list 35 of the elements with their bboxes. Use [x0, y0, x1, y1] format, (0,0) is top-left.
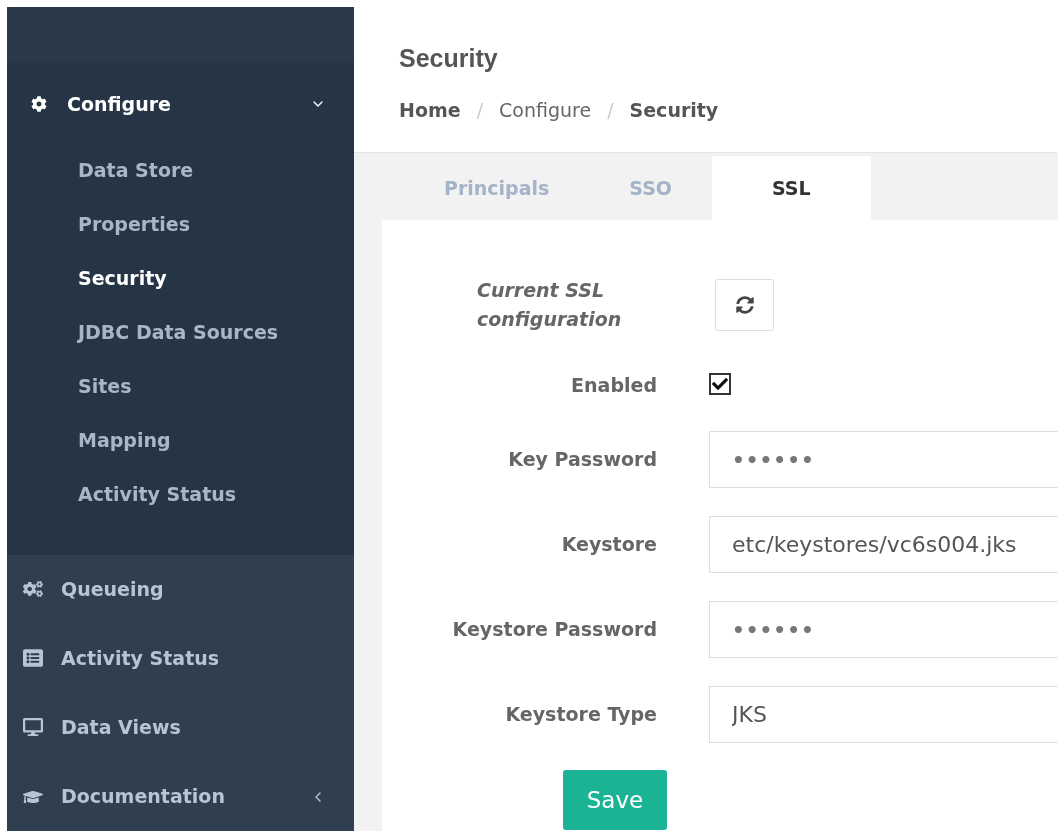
sidebar-subitem[interactable]: Sites — [7, 358, 354, 413]
sidebar-item[interactable]: Activity Status — [7, 623, 354, 693]
refresh-button[interactable] — [715, 279, 774, 331]
sidebar-item[interactable]: Data Views — [7, 692, 354, 762]
breadcrumb-item: Security — [629, 97, 719, 123]
sidebar-subitem[interactable]: Mapping — [7, 412, 354, 467]
field-label: Keystore Password — [452, 617, 657, 643]
password-field[interactable]: •••••• — [709, 601, 1058, 658]
tab[interactable]: SSL — [712, 156, 871, 220]
input-field[interactable]: etc/keystores/vc6s004.jks — [709, 516, 1058, 573]
gear-icon — [31, 95, 47, 112]
list-icon — [23, 648, 43, 669]
field-label: Keystore Type — [505, 702, 657, 728]
breadcrumb-separator: / — [607, 97, 614, 123]
sidebar-item[interactable]: Configure — [7, 64, 354, 143]
page-title: Security — [399, 43, 499, 74]
sidebar-subitem[interactable]: Security — [7, 250, 354, 305]
field-label: Enabled — [571, 372, 657, 398]
sidebar-subitem[interactable]: Activity Status — [7, 466, 354, 521]
field-label: Current SSL configuration — [477, 278, 623, 332]
field-label: Key Password — [508, 447, 657, 473]
breadcrumb-item[interactable]: Configure — [499, 95, 592, 124]
field-label: Keystore — [561, 532, 657, 558]
checkbox[interactable] — [709, 373, 731, 395]
monitor-icon — [23, 717, 43, 738]
refresh-icon — [735, 296, 754, 314]
breadcrumb-item[interactable]: Home — [399, 95, 461, 124]
sidebar-subitem[interactable]: Data Store — [7, 142, 354, 197]
password-field[interactable]: •••••• — [709, 431, 1058, 488]
breadcrumb-separator: / — [476, 97, 484, 123]
sidebar-item[interactable]: Queueing — [7, 554, 354, 624]
sidebar-item[interactable]: Documentation — [7, 761, 354, 831]
sidebar-subitem[interactable]: Properties — [7, 196, 354, 251]
sidebar-subitem[interactable]: JDBC Data Sources — [7, 304, 354, 359]
gears-icon — [23, 579, 43, 600]
